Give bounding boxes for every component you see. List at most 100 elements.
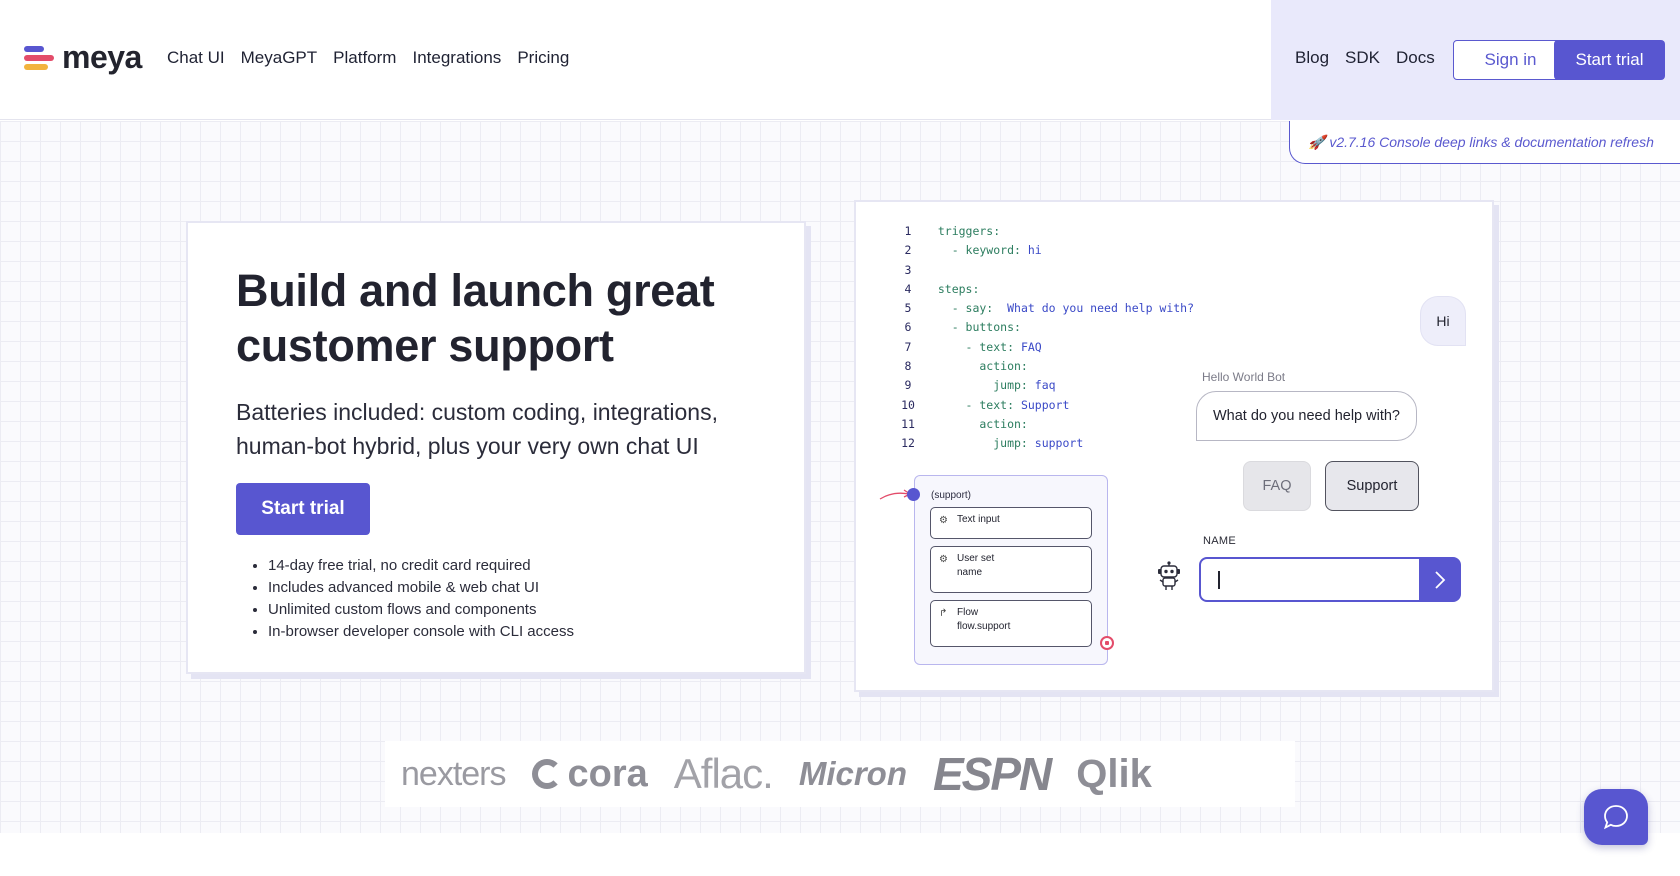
logo-espn: ESPN <box>933 748 1052 800</box>
code-line: 12 jump: support <box>892 434 1194 453</box>
code-line: 2 - keyword: hi <box>892 241 1194 260</box>
code-line: 6 - buttons: <box>892 318 1194 337</box>
hero-title: Build and launch great customer support <box>236 265 715 371</box>
user-message-bubble: Hi <box>1420 296 1466 346</box>
code-value: hi <box>1020 243 1042 258</box>
code-value: What do you need help with? <box>993 301 1195 316</box>
code-value: faq <box>1027 378 1056 393</box>
flow-branch-icon: ↱ <box>939 608 948 619</box>
nav-sdk[interactable]: SDK <box>1345 48 1380 68</box>
logo-text: meya <box>62 39 142 75</box>
logo-cora-text: cora <box>567 752 648 795</box>
line-number: 4 <box>904 281 912 296</box>
name-input[interactable] <box>1199 557 1419 602</box>
line-number: 12 <box>901 436 915 451</box>
code-text: triggers: <box>924 224 1001 238</box>
flow-node-label: Flow <box>957 607 979 618</box>
feature-item: Unlimited custom flows and components <box>268 599 756 621</box>
flow-node-flow: ↱ Flow flow.support <box>930 600 1092 647</box>
bot-avatar-robot-icon <box>1158 561 1180 590</box>
logo-qlik: Qlik <box>1076 751 1152 796</box>
code-text: - say: <box>924 301 994 316</box>
nav-chat-ui[interactable]: Chat UI <box>167 48 225 68</box>
quick-reply-faq[interactable]: FAQ <box>1243 461 1311 511</box>
code-text: action: <box>924 359 1028 374</box>
nav-meyagpt[interactable]: MeyaGPT <box>241 48 318 68</box>
code-text: - text: <box>924 397 1015 412</box>
nav-docs[interactable]: Docs <box>1396 48 1435 68</box>
line-number: 11 <box>901 416 915 431</box>
code-text: - keyword: <box>924 243 1021 258</box>
chat-launcher-button[interactable] <box>1584 789 1648 845</box>
nav-platform[interactable]: Platform <box>333 48 396 68</box>
component-icon: ⚙ <box>939 554 948 565</box>
code-line: 11 action: <box>892 415 1194 434</box>
chat-bubble-icon <box>1603 805 1628 830</box>
customer-logos: nexters cora Aflac. Micron ESPN Qlik <box>385 741 1295 807</box>
code-value: Support <box>1014 397 1070 412</box>
line-number: 3 <box>904 262 912 277</box>
primary-nav: Chat UI MeyaGPT Platform Integrations Pr… <box>167 48 569 68</box>
cora-mark-icon <box>531 759 562 789</box>
line-number: 5 <box>904 301 912 316</box>
flow-end-marker <box>1100 636 1114 650</box>
feature-item: Includes advanced mobile & web chat UI <box>268 577 756 599</box>
site-header: meya Chat UI MeyaGPT Platform Integratio… <box>0 0 1680 120</box>
meya-logo-icon <box>24 44 56 74</box>
release-note-link[interactable]: 🚀 v2.7.16 Console deep links & documenta… <box>1289 121 1680 164</box>
hero-subtitle: Batteries included: custom coding, integ… <box>236 399 718 459</box>
product-demo-panel: 1 triggers: 2 - keyword: hi 3 4 steps: 5 - … <box>854 200 1494 692</box>
feature-item: In-browser developer console with CLI ac… <box>268 621 756 643</box>
code-text: jump: <box>924 436 1028 451</box>
code-line: 1 triggers: <box>892 222 1194 241</box>
flow-node-label: Text input <box>957 514 1000 525</box>
flow-title: (support) <box>931 490 972 501</box>
flow-node-sub: name <box>957 567 983 578</box>
nav-blog[interactable]: Blog <box>1295 48 1329 68</box>
code-text: - buttons: <box>924 320 1021 335</box>
line-number: 6 <box>904 320 912 335</box>
code-line: 3 <box>892 261 1194 280</box>
line-number: 10 <box>901 397 915 412</box>
code-line: 5 - say: What do you need help with? <box>892 299 1195 318</box>
code-line: 8 action: <box>892 357 1194 376</box>
sign-in-button[interactable]: Sign in <box>1453 40 1568 80</box>
flow-node-sub: flow.support <box>957 621 1011 632</box>
text-caret <box>1218 571 1220 589</box>
flow-diagram: (support) ⚙ Text input ⚙ User set name ↱… <box>914 475 1108 665</box>
code-text: action: <box>924 416 1028 431</box>
secondary-nav: Blog SDK Docs <box>1295 48 1435 68</box>
code-text: - text: <box>924 339 1015 354</box>
start-trial-header-button[interactable]: Start trial <box>1554 40 1665 80</box>
start-trial-hero-button[interactable]: Start trial <box>236 483 370 535</box>
bot-name: Hello World Bot <box>1202 370 1286 384</box>
line-number: 1 <box>904 224 912 238</box>
flow-node-user-set: ⚙ User set name <box>930 546 1092 593</box>
code-line: 9 jump: faq <box>892 376 1194 395</box>
name-field-label: NAME <box>1203 535 1236 547</box>
flow-node-label: User set <box>957 553 995 564</box>
code-value: FAQ <box>1014 339 1042 354</box>
chevron-right-icon <box>1435 571 1446 589</box>
component-icon: ⚙ <box>939 515 948 526</box>
bot-message-bubble: What do you need help with? <box>1196 391 1417 441</box>
nav-pricing[interactable]: Pricing <box>517 48 569 68</box>
logo-aflac: Aflac. <box>673 750 774 797</box>
code-line: 10 - text: Support <box>892 396 1194 415</box>
meya-logo[interactable]: meya <box>24 39 142 75</box>
line-number: 9 <box>904 378 912 393</box>
send-button[interactable] <box>1419 557 1461 602</box>
feature-item: 14-day free trial, no credit card requir… <box>268 555 756 577</box>
flow-start-dot <box>907 488 920 501</box>
logo-nexters: nexters <box>401 754 506 793</box>
nav-integrations[interactable]: Integrations <box>412 48 501 68</box>
line-number: 8 <box>904 359 912 374</box>
code-value: support <box>1027 436 1084 451</box>
code-editor: 1 triggers: 2 - keyword: hi 3 4 steps: 5 - … <box>892 222 1194 454</box>
logo-cora: cora <box>531 752 648 796</box>
feature-list: 14-day free trial, no credit card requir… <box>268 555 756 643</box>
flow-node-text-input: ⚙ Text input <box>930 507 1092 539</box>
line-number: 2 <box>904 243 912 258</box>
quick-reply-support[interactable]: Support <box>1325 461 1419 511</box>
